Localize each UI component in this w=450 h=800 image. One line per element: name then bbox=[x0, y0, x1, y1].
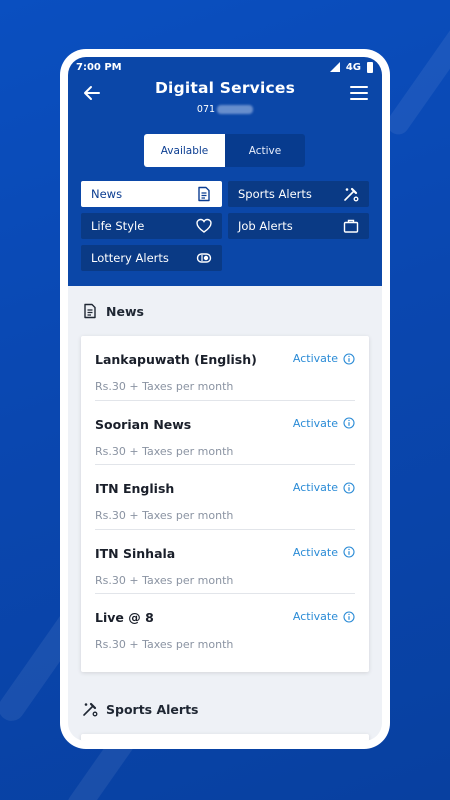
chip-life-style[interactable]: Life Style bbox=[81, 213, 222, 239]
activate-button[interactable]: Activate bbox=[293, 546, 355, 559]
phone-frame: 7:00 PM 4G Digital Services 071 Availabl… bbox=[60, 49, 390, 749]
activate-button[interactable]: Activate bbox=[293, 352, 355, 365]
list-item: ITN Sinhala Rs.30 + Taxes per month Acti… bbox=[95, 530, 355, 594]
chip-lottery-alerts[interactable]: Lottery Alerts bbox=[81, 245, 222, 271]
signal-icon bbox=[329, 62, 340, 72]
tab-available[interactable]: Available bbox=[144, 134, 225, 167]
news-icon bbox=[84, 303, 96, 319]
tab-active[interactable]: Active bbox=[225, 134, 305, 167]
activate-button[interactable]: Activate bbox=[293, 417, 355, 430]
info-icon[interactable] bbox=[343, 546, 355, 558]
status-time: 7:00 PM bbox=[76, 61, 122, 73]
news-section-header: News bbox=[68, 286, 382, 336]
page-title: Digital Services bbox=[154, 79, 296, 97]
chip-news[interactable]: News bbox=[81, 181, 222, 207]
phone-number: 071 bbox=[197, 104, 254, 115]
list-item: Live @ 8 Rs.30 + Taxes per month Activat… bbox=[95, 594, 355, 672]
masked-number bbox=[217, 105, 254, 114]
battery-icon bbox=[367, 61, 373, 73]
info-icon[interactable] bbox=[343, 417, 355, 429]
status-bar: 7:00 PM 4G bbox=[68, 57, 382, 77]
list-item: Soorian News Rs.30 + Taxes per month Act… bbox=[95, 401, 355, 465]
heart-icon bbox=[196, 218, 212, 233]
sports-section-header: Sports Alerts bbox=[68, 684, 382, 734]
list-item: ITN English Rs.30 + Taxes per month Acti… bbox=[95, 465, 355, 530]
news-list-card: Lankapuwath (English) Rs.30 + Taxes per … bbox=[81, 336, 369, 672]
briefcase-icon bbox=[343, 219, 359, 233]
list-item: Lankapuwath (English) Rs.30 + Taxes per … bbox=[95, 336, 355, 401]
sports-icon bbox=[83, 702, 98, 717]
status-toggle: Available Active bbox=[144, 134, 305, 167]
sports-list-card bbox=[81, 734, 369, 741]
info-icon[interactable] bbox=[343, 352, 355, 365]
sports-icon bbox=[344, 187, 359, 202]
hamburger-menu-icon[interactable] bbox=[350, 85, 368, 101]
chip-sports-alerts[interactable]: Sports Alerts bbox=[228, 181, 369, 207]
chip-job-alerts[interactable]: Job Alerts bbox=[228, 213, 369, 239]
lottery-icon bbox=[196, 253, 212, 263]
news-icon bbox=[198, 186, 210, 202]
activate-button[interactable]: Activate bbox=[293, 481, 355, 494]
top-bar: Digital Services 071 bbox=[68, 77, 382, 121]
app-screen: 7:00 PM 4G Digital Services 071 Availabl… bbox=[68, 57, 382, 741]
background-streak bbox=[382, 3, 450, 139]
content-area: News Lankapuwath (English) Rs.30 + Taxes… bbox=[68, 286, 382, 741]
network-type: 4G bbox=[345, 61, 361, 73]
info-icon[interactable] bbox=[343, 481, 355, 494]
activate-button[interactable]: Activate bbox=[293, 610, 355, 623]
info-icon[interactable] bbox=[343, 610, 355, 623]
app-header: 7:00 PM 4G Digital Services 071 Availabl… bbox=[68, 57, 382, 286]
